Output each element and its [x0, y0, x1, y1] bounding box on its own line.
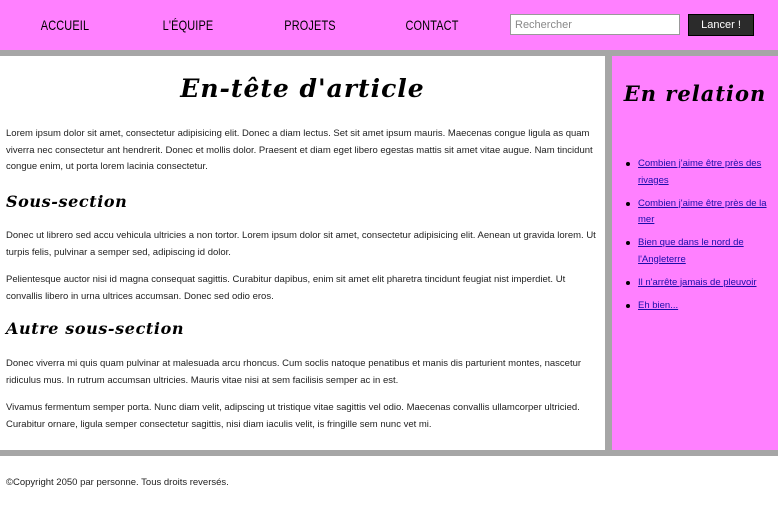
section-heading: Autre sous-section — [6, 319, 185, 338]
article: En-tête d'article Lorem ipsum dolor sit … — [0, 56, 605, 450]
article-title: En-tête d'article — [180, 74, 425, 103]
article-paragraph: Lorem ipsum dolor sit amet, consectetur … — [6, 128, 593, 172]
search-button[interactable]: Lancer ! — [688, 14, 754, 36]
article-paragraph: Vivamus fermentum semper porta. Nunc dia… — [6, 402, 580, 430]
nav-link-contact[interactable]: CONTACT — [384, 0, 479, 50]
list-item: Eh bien... — [626, 298, 772, 315]
list-item: Il n'arrête jamais de pleuvoir — [626, 275, 772, 292]
article-paragraph: Donec ut librero sed accu vehicula ultri… — [6, 230, 596, 258]
article-paragraph: Donec viverra mi quis quam pulvinar at m… — [6, 358, 582, 386]
search-input[interactable] — [510, 14, 680, 35]
related-link[interactable]: Bien que dans le nord de l'Angleterre — [638, 237, 744, 265]
related-link[interactable]: Il n'arrête jamais de pleuvoir — [638, 277, 757, 288]
related-link[interactable]: Eh bien... — [638, 300, 678, 311]
nav-link-projets[interactable]: PROJETS — [262, 0, 357, 50]
top-navigation: ACCUEIL L'ÉQUIPE PROJETS CONTACT Lancer … — [0, 0, 778, 50]
article-paragraph: Pelientesque auctor nisi id magna conseq… — [6, 274, 566, 302]
related-link[interactable]: Combien j'aime être près de la mer — [638, 198, 767, 226]
related-sidebar: En relation Combien j'aime être près des… — [612, 56, 778, 450]
list-item: Combien j'aime être près des rivages — [626, 156, 772, 189]
nav-link-equipe[interactable]: L'ÉQUIPE — [140, 0, 235, 50]
related-link[interactable]: Combien j'aime être près des rivages — [638, 158, 761, 186]
copyright-text: ©Copyright 2050 par personne. Tous droit… — [6, 477, 229, 488]
section-heading: Sous-section — [6, 192, 128, 211]
nav-links: ACCUEIL L'ÉQUIPE PROJETS CONTACT — [0, 0, 500, 50]
nav-link-accueil[interactable]: ACCUEIL — [17, 0, 112, 50]
list-item: Bien que dans le nord de l'Angleterre — [626, 235, 772, 268]
page-footer: ©Copyright 2050 par personne. Tous droit… — [0, 456, 778, 509]
related-links-list: Combien j'aime être près des rivages Com… — [626, 156, 772, 321]
sidebar-title: En relation — [623, 81, 767, 106]
list-item: Combien j'aime être près de la mer — [626, 196, 772, 229]
